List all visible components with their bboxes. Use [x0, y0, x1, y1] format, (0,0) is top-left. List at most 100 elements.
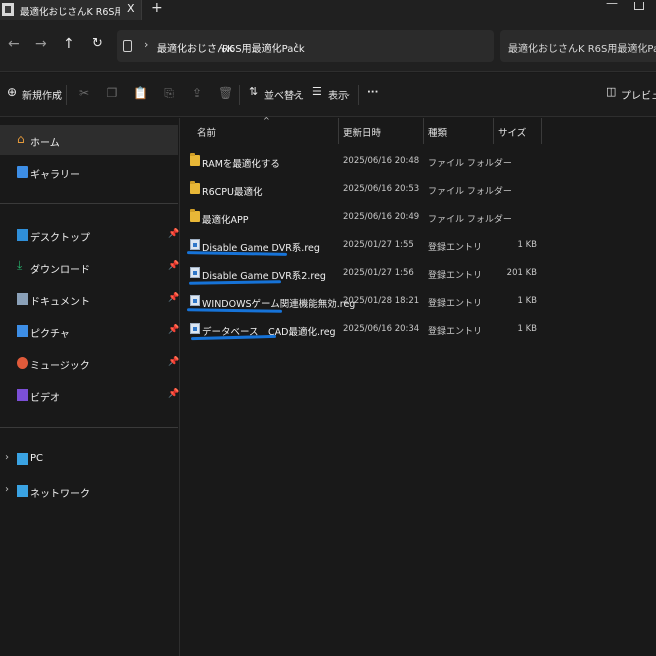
music-icon — [17, 357, 28, 369]
divider — [66, 85, 67, 105]
sidebar-item-label: ビデオ — [30, 393, 60, 404]
file-type: ファイル フォルダー — [428, 159, 512, 169]
registry-file-icon — [190, 239, 200, 250]
sidebar-item-music[interactable]: ミュージック 📌 — [0, 348, 179, 378]
file-date: 2025/01/27 1:55 — [343, 240, 414, 250]
preview-button[interactable]: プレビュー — [621, 87, 656, 102]
column-divider[interactable] — [423, 118, 424, 144]
column-header-type[interactable]: 種類 — [428, 125, 447, 139]
registry-file-icon — [190, 295, 200, 306]
copy-icon[interactable]: ❐ — [105, 86, 119, 100]
pin-icon[interactable]: 📌 — [168, 293, 179, 303]
address-bar[interactable]: › 最適化おじさんK R6S用最適化Pack › — [117, 30, 494, 62]
sidebar-item-label: ホーム — [30, 138, 60, 149]
column-divider[interactable] — [338, 118, 339, 144]
sidebar-item-label: ダウンロード — [30, 265, 90, 276]
sidebar-item-home[interactable]: ⌂ ホーム — [0, 125, 178, 155]
folder-tab-icon — [2, 3, 14, 16]
search-box[interactable]: 最適化おじさんK R6S用最適化Pa — [500, 30, 656, 62]
file-type: 登録エントリ — [428, 299, 483, 309]
pictures-icon — [17, 325, 28, 337]
column-divider[interactable] — [541, 118, 542, 144]
table-row[interactable]: RAMを最適化する 2025/06/16 20:48 ファイル フォルダー — [181, 147, 551, 175]
tab-title: 最適化おじさんK R6S用最適化F — [20, 7, 120, 18]
column-header-name[interactable]: 名前 — [197, 125, 216, 139]
paste-icon[interactable]: 📋 — [133, 86, 148, 100]
sidebar-item-videos[interactable]: ビデオ 📌 — [0, 380, 179, 410]
rename-icon[interactable]: ⎘ — [162, 86, 176, 100]
forward-button[interactable]: → — [35, 36, 47, 52]
pin-icon[interactable]: 📌 — [168, 389, 179, 399]
file-name: RAMを最適化する — [202, 159, 280, 170]
share-icon[interactable]: ⇪ — [190, 86, 204, 100]
file-date: 2025/01/28 18:21 — [343, 296, 420, 306]
network-icon — [17, 485, 28, 497]
breadcrumb-item-2[interactable]: R6S用最適化Pack — [222, 40, 305, 55]
sidebar-item-label: ミュージック — [30, 361, 90, 372]
sidebar-item-label: ギャラリー — [30, 170, 80, 181]
sort-button[interactable]: 並べ替え — [264, 87, 304, 102]
new-plus-icon: ⊕ — [7, 85, 18, 99]
registry-file-icon — [190, 267, 200, 278]
file-date: 2025/06/16 20:49 — [343, 212, 420, 222]
more-options-button[interactable]: ··· — [367, 87, 378, 98]
breadcrumb-separator: › — [144, 38, 149, 51]
sidebar-item-network[interactable]: › ネットワーク — [0, 476, 178, 506]
pin-icon[interactable]: 📌 — [168, 325, 179, 335]
desktop-icon — [17, 229, 28, 241]
sidebar-item-desktop[interactable]: デスクトップ 📌 — [0, 220, 179, 250]
tab-current[interactable]: 最適化おじさんK R6S用最適化F X — [0, 0, 142, 20]
pin-icon[interactable]: 📌 — [168, 357, 179, 367]
sidebar-item-gallery[interactable]: ギャラリー — [0, 157, 178, 187]
address-row: ← → ↑ ↻ › 最適化おじさんK R6S用最適化Pack › 最適化おじさん… — [0, 20, 656, 72]
refresh-button[interactable]: ↻ — [92, 36, 103, 51]
registry-file-icon — [190, 323, 200, 334]
column-header-size[interactable]: サイズ — [498, 125, 526, 139]
divider — [0, 203, 178, 204]
chevron-right-icon[interactable]: › — [5, 452, 9, 463]
chevron-down-icon: ⌄ — [345, 90, 351, 98]
sidebar-item-label: ドキュメント — [30, 297, 90, 308]
file-date: 2025/06/16 20:48 — [343, 156, 420, 166]
sidebar-item-documents[interactable]: ドキュメント 📌 — [0, 284, 179, 314]
up-button[interactable]: ↑ — [63, 36, 75, 52]
sort-ascending-icon: ^ — [263, 116, 270, 125]
chevron-right-icon[interactable]: › — [5, 484, 9, 495]
close-tab-icon[interactable]: X — [127, 2, 135, 15]
tab-bar: 最適化おじさんK R6S用最適化F X + — — [0, 0, 656, 20]
pin-icon[interactable]: 📌 — [168, 261, 179, 271]
column-header-date[interactable]: 更新日時 — [343, 125, 381, 139]
file-list: ^ 名前 更新日時 種類 サイズ RAMを最適化する 2025/06/16 20… — [181, 116, 656, 656]
file-size: 1 KB — [517, 240, 537, 250]
view-icon: ☰ — [312, 85, 322, 98]
pin-icon[interactable]: 📌 — [168, 229, 179, 239]
pc-icon — [17, 453, 28, 465]
file-name: 最適化APP — [202, 215, 249, 226]
videos-icon — [17, 389, 28, 401]
delete-icon[interactable]: 🗑 — [218, 86, 233, 100]
table-row[interactable]: 最適化APP 2025/06/16 20:49 ファイル フォルダー — [181, 203, 551, 231]
file-size: 201 KB — [506, 268, 537, 278]
file-size: 1 KB — [517, 324, 537, 334]
divider — [0, 427, 178, 428]
chevron-down-icon: ⌄ — [53, 90, 59, 98]
folder-icon — [190, 181, 200, 194]
file-type: 登録エントリ — [428, 327, 483, 337]
sidebar-item-pc[interactable]: › PC — [0, 444, 178, 474]
cut-icon[interactable]: ✂ — [77, 86, 91, 100]
computer-icon — [123, 40, 132, 52]
minimize-button[interactable]: — — [606, 0, 618, 10]
file-type: ファイル フォルダー — [428, 215, 512, 225]
table-row[interactable]: R6CPU最適化 2025/06/16 20:53 ファイル フォルダー — [181, 175, 551, 203]
back-button[interactable]: ← — [8, 36, 20, 52]
column-divider[interactable] — [493, 118, 494, 144]
sidebar-item-pictures[interactable]: ピクチャ 📌 — [0, 316, 179, 346]
file-type: ファイル フォルダー — [428, 187, 512, 197]
sidebar-item-downloads[interactable]: ⤓ ダウンロード 📌 — [0, 252, 179, 282]
download-icon: ⤓ — [17, 258, 23, 272]
breadcrumb-chevron[interactable]: › — [294, 38, 298, 51]
file-size: 1 KB — [517, 296, 537, 306]
maximize-button[interactable] — [634, 2, 644, 10]
sort-icon: ⇅ — [249, 85, 259, 98]
new-tab-button[interactable]: + — [151, 0, 163, 16]
